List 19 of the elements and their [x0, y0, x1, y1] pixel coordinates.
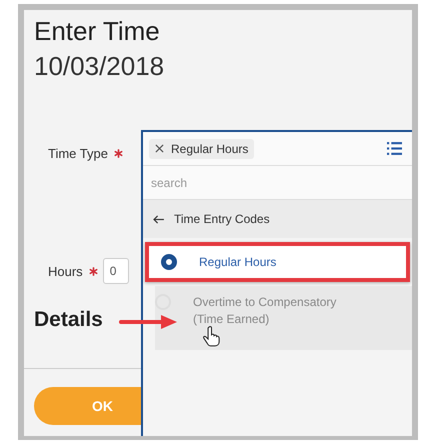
option-label: Overtime to Compensatory (Time Earned) — [193, 294, 338, 328]
page-title: Enter Time — [33, 15, 161, 47]
option-item[interactable]: Regular Hours — [145, 242, 410, 282]
option-label: Regular Hours — [199, 254, 278, 270]
close-icon[interactable] — [155, 144, 164, 153]
arrow-icon — [119, 315, 177, 329]
back-item[interactable]: Time Entry Codes — [143, 200, 412, 238]
menu-heading: Time Entry Codes — [174, 212, 270, 226]
back-arrow-icon — [153, 214, 164, 224]
radio-button[interactable] — [161, 254, 177, 270]
hours-field[interactable]: 0 — [102, 258, 129, 284]
chip-label: Regular Hours — [171, 142, 248, 156]
page-date: 10/03/2018 — [33, 50, 166, 82]
hand-cursor-icon — [203, 326, 220, 347]
list-icon[interactable] — [387, 142, 402, 155]
section-title: Details — [34, 308, 103, 332]
search-field[interactable]: search — [143, 166, 412, 200]
field-label: Hours — [48, 264, 83, 278]
field-label: Time Type — [48, 146, 108, 160]
